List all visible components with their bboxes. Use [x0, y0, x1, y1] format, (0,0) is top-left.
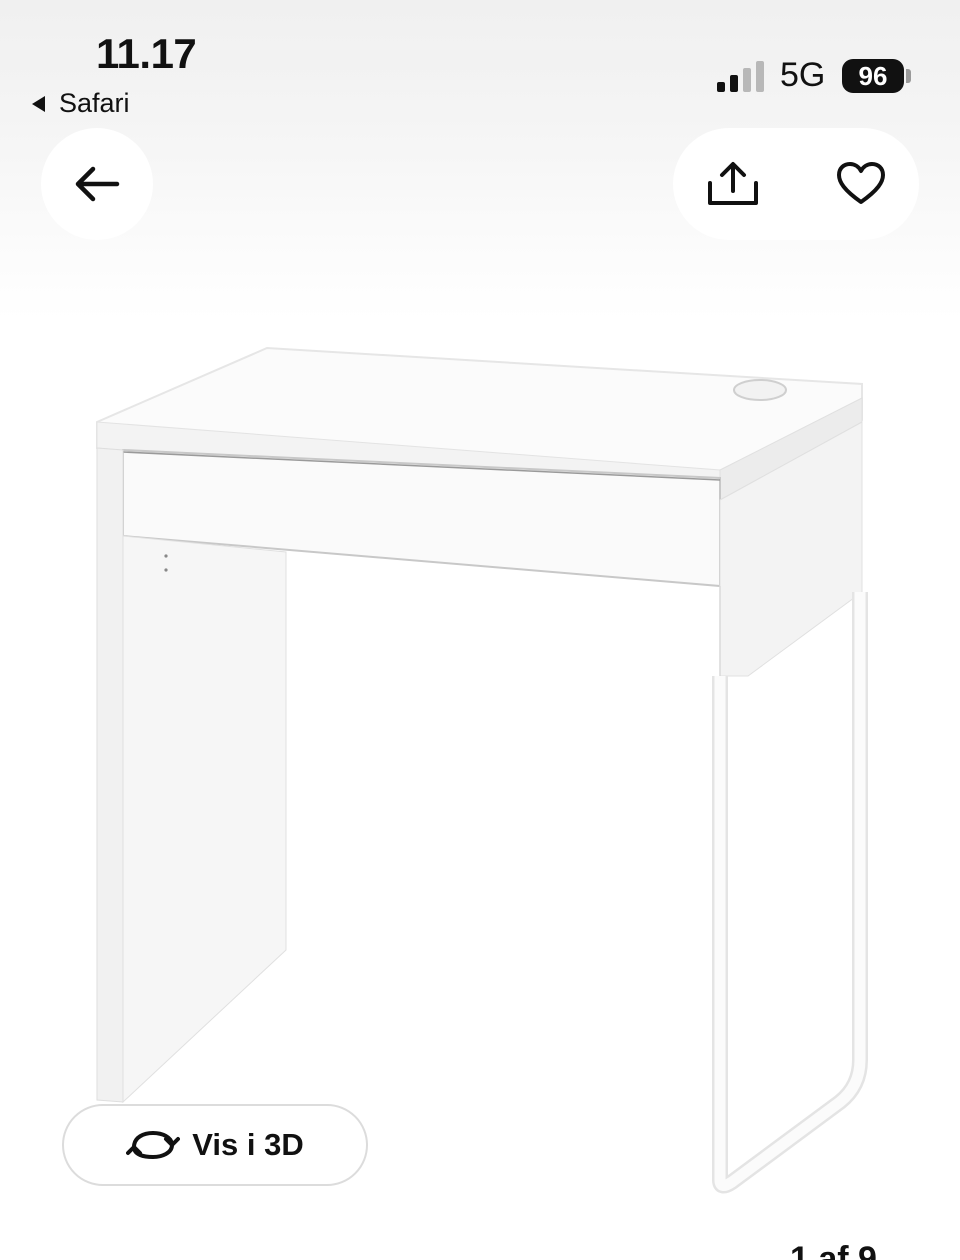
- header-actions: [673, 128, 919, 240]
- battery-level: 96: [858, 60, 888, 91]
- battery-indicator: 96: [842, 59, 904, 93]
- back-triangle-icon: [32, 95, 45, 112]
- share-button[interactable]: [693, 144, 773, 224]
- battery-tip: [906, 69, 911, 83]
- desk-image[interactable]: [80, 330, 880, 1200]
- view-3d-button[interactable]: Vis i 3D: [62, 1104, 368, 1186]
- gallery-counter: 1 af 9: [790, 1240, 877, 1260]
- heart-icon: [837, 162, 885, 204]
- rotate-3d-icon: [126, 1130, 181, 1160]
- product-screen: 11.17 Safari 5G 96 Vis i 3D 1 af 9: [0, 0, 960, 1260]
- view-3d-label: Vis i 3D: [192, 1127, 304, 1162]
- cellular-signal-icon: [717, 61, 764, 92]
- back-button[interactable]: [41, 128, 153, 240]
- favorite-button[interactable]: [821, 144, 901, 224]
- share-icon: [708, 162, 758, 205]
- status-time: 11.17: [96, 30, 197, 77]
- back-to-app-label: Safari: [59, 88, 130, 118]
- back-to-app-link[interactable]: Safari: [32, 88, 130, 119]
- network-type: 5G: [780, 56, 826, 94]
- arrow-left-icon: [75, 166, 120, 202]
